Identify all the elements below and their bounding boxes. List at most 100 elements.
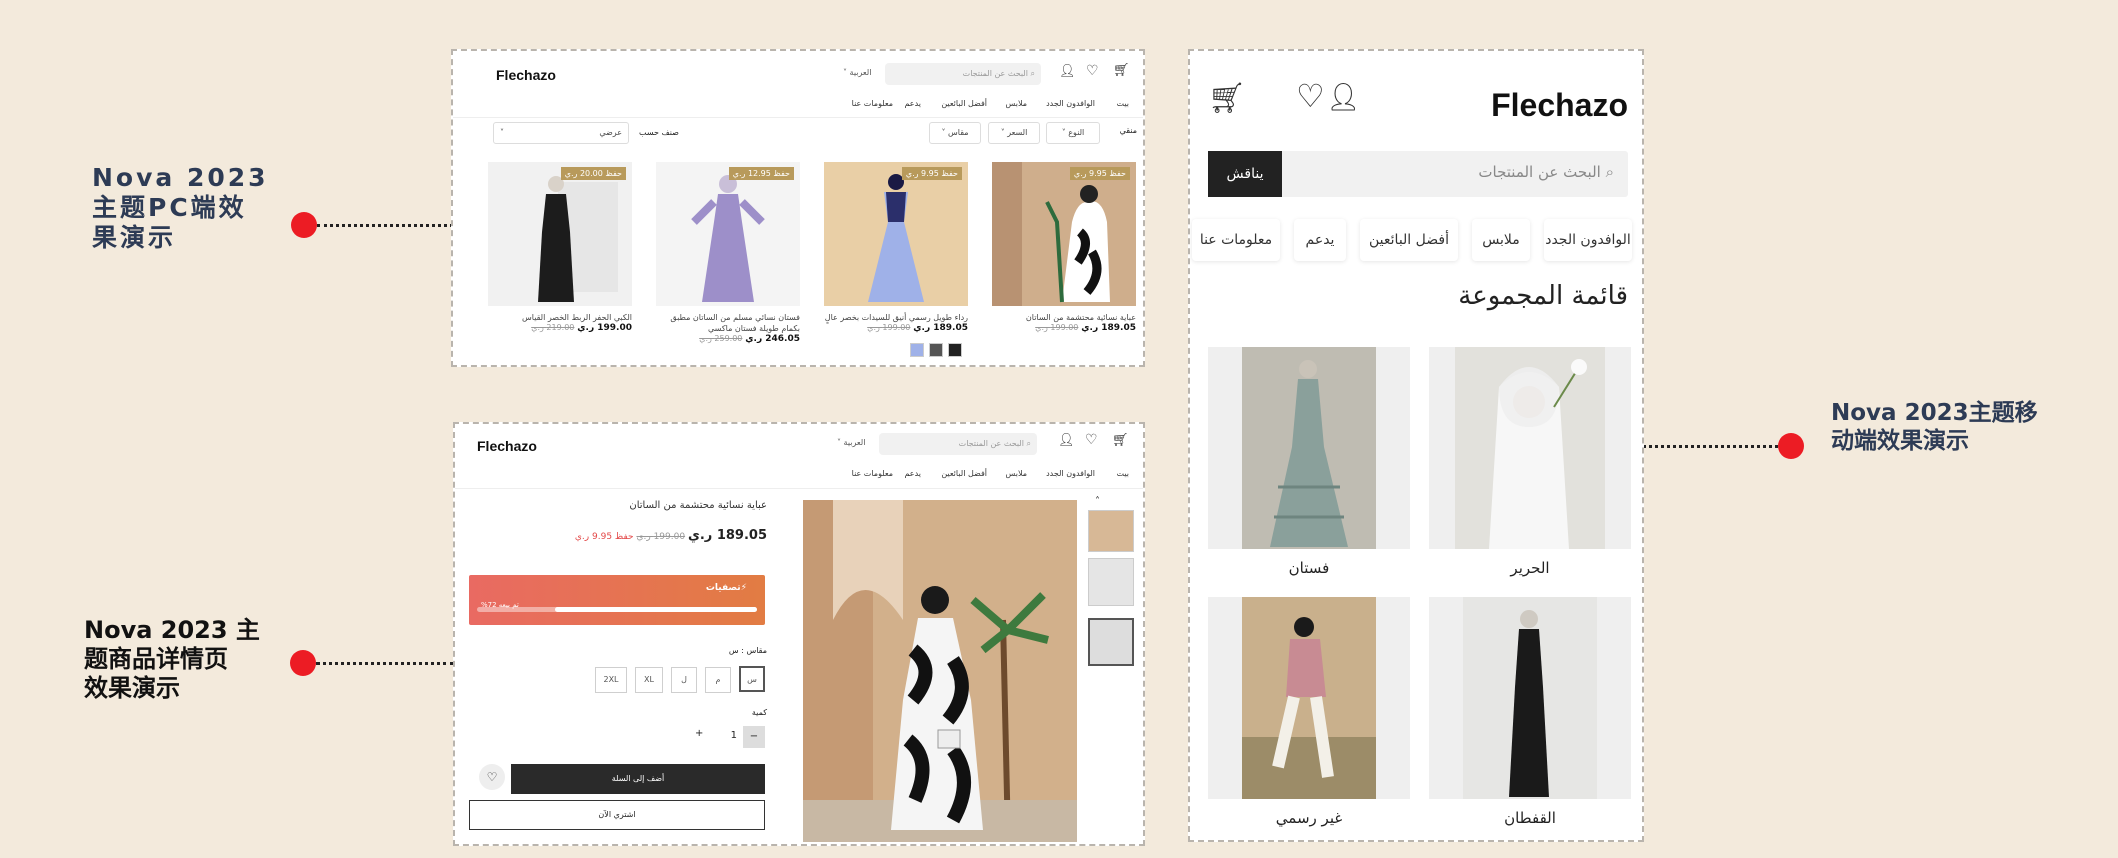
collection-caption[interactable]: الحرير [1429, 559, 1631, 577]
language-select[interactable]: ˅ العربية [843, 68, 871, 77]
sold-progress-fill [555, 607, 757, 612]
nav-support[interactable]: يدعم [904, 469, 921, 478]
main-product-photo [803, 500, 1077, 842]
detail-marker-dot [290, 650, 316, 676]
quantity-value[interactable]: 1 [731, 730, 737, 741]
product-name[interactable]: رداء طويل رسمي أنيق للسيدات بخصر عالٍ [824, 312, 968, 323]
filter-style[interactable]: ˅ النوع [1046, 122, 1100, 144]
product-name[interactable]: فستان نسائي مسلم من الساتان مطبق بكمام ط… [656, 312, 800, 334]
color-swatch[interactable] [929, 343, 944, 357]
mobile-logo[interactable]: Flechazo [1491, 87, 1628, 124]
detail-leader-line [316, 662, 454, 665]
size-option-xl[interactable]: XL [635, 667, 663, 693]
color-swatch[interactable] [910, 343, 924, 357]
nav-support[interactable]: يدعم [904, 99, 921, 108]
quantity-stepper[interactable]: − 1 + [691, 726, 765, 748]
thumbnail[interactable] [1088, 618, 1134, 666]
pc-logo[interactable]: Flechazo [496, 67, 556, 83]
collection-caption[interactable]: القفطان [1429, 809, 1631, 827]
nav-clothing[interactable]: ملابس [1006, 469, 1027, 478]
mobile-search-bar: يناقش ⌕ البحث عن المنتجات [1208, 151, 1628, 197]
nav-new-arrivals[interactable]: الوافدون الجدد [1046, 469, 1095, 478]
detail-logo[interactable]: Flechazo [477, 438, 537, 454]
size-option-m[interactable]: م [705, 667, 731, 693]
pc-preview-frame: Flechazo ˅ العربية البحث عن المنتجات ⌕ 👤… [451, 49, 1145, 367]
collection-tile-silk[interactable] [1429, 347, 1631, 549]
old-price: 199.00 ر.ي [867, 323, 911, 332]
language-select[interactable]: ˅ العربية [837, 438, 865, 447]
current-price: 246.05 ر.ي [745, 334, 800, 344]
chip-new-arrivals[interactable]: الوافدون الجدد [1544, 219, 1632, 261]
filter-size[interactable]: ˅ مقاس [929, 122, 981, 144]
product-name[interactable]: عباية نسائية محتشمة من الساتان [992, 312, 1136, 323]
buy-now-button[interactable]: اشتري الآن [469, 800, 765, 830]
main-product-image[interactable] [803, 500, 1077, 842]
pc-search-input[interactable]: البحث عن المنتجات ⌕ [885, 63, 1041, 85]
chip-about[interactable]: معلومات عنا [1192, 219, 1280, 261]
chip-support[interactable]: يدعم [1294, 219, 1346, 261]
sold-label: تم بيعه 72% [481, 601, 519, 609]
cart-icon[interactable]: 🛒︎ [1208, 81, 1246, 116]
color-swatch[interactable] [948, 343, 963, 357]
thumbnail-up-button[interactable]: ˄ [1095, 496, 1100, 507]
nav-home[interactable]: بيت [1117, 99, 1130, 108]
nav-home[interactable]: بيت [1117, 469, 1130, 478]
product-price-row: 189.05 ر.ي 199.00 ر.ي حفظ 9.95 ر.ي [575, 528, 767, 543]
current-price: 199.00 ر.ي [577, 323, 632, 333]
collection-caption[interactable]: غير رسمي [1208, 809, 1410, 827]
chip-clothing[interactable]: ملابس [1472, 219, 1530, 261]
wishlist-button[interactable]: ♡ [479, 764, 505, 790]
cart-icon[interactable]: 🛒︎ [1113, 63, 1130, 78]
detail-search-input[interactable]: البحث عن المنتجات ⌕ [879, 433, 1037, 455]
nav-best-sellers[interactable]: أفضل البائعين [941, 469, 987, 478]
product-image[interactable]: حفظ 12.95 ر.ي [656, 162, 800, 306]
nav-about[interactable]: معلومات عنا [852, 99, 893, 108]
collection-tile-casual[interactable] [1208, 597, 1410, 799]
quantity-decrease-button[interactable]: − [743, 726, 765, 748]
heart-icon[interactable]: ♡ [1296, 77, 1325, 115]
heart-icon[interactable]: ♡ [1085, 432, 1098, 448]
filter-price[interactable]: ˅ السعر [988, 122, 1040, 144]
nav-best-sellers[interactable]: أفضل البائعين [941, 99, 987, 108]
product-card[interactable]: حفظ 12.95 ر.ي فستان نسائي مسلم من الساتا… [656, 162, 800, 344]
chip-best-sellers[interactable]: أفضل البائعين [1360, 219, 1458, 261]
product-image[interactable]: حفظ 9.95 ر.ي [824, 162, 968, 306]
sort-value: عرضي [599, 128, 622, 137]
nav-new-arrivals[interactable]: الوافدون الجدد [1046, 99, 1095, 108]
collection-caption[interactable]: فستان [1208, 559, 1410, 577]
flash-sale-label: ⚡تصفيات [705, 583, 747, 593]
user-icon[interactable]: 👤︎ [1058, 433, 1075, 448]
size-option-l[interactable]: ل [671, 667, 697, 693]
quantity-label: كمية [751, 708, 767, 717]
thumbnail[interactable] [1088, 558, 1134, 606]
product-image[interactable]: حفظ 20.00 ر.ي [488, 162, 632, 306]
product-card[interactable]: حفظ 9.95 ر.ي رداء طويل رسمي أنيق للسيدات… [824, 162, 968, 357]
quantity-increase-button[interactable]: + [695, 728, 703, 739]
search-placeholder: البحث عن المنتجات [962, 69, 1028, 78]
size-option-s[interactable]: س [739, 666, 765, 692]
product-image[interactable]: حفظ 9.95 ر.ي [992, 162, 1136, 306]
product-name[interactable]: الكبي الحفر الربط الخصر القياس [488, 312, 632, 323]
user-icon[interactable]: 👤︎ [1059, 64, 1076, 79]
product-card[interactable]: حفظ 20.00 ر.ي الكبي الحفر الربط الخصر ال… [488, 162, 632, 333]
collection-photo [1208, 597, 1410, 799]
search-button[interactable]: يناقش [1208, 151, 1282, 197]
nav-about[interactable]: معلومات عنا [852, 469, 893, 478]
product-card[interactable]: حفظ 9.95 ر.ي عباية نسائية محتشمة من السا… [992, 162, 1136, 333]
collection-tile-dress[interactable] [1208, 347, 1410, 549]
language-value: العربية [843, 438, 866, 447]
collection-tile-kaftan[interactable] [1429, 597, 1631, 799]
discount-badge: حفظ 12.95 ر.ي [728, 167, 794, 180]
cart-icon[interactable]: 🛒︎ [1112, 433, 1129, 448]
heart-icon[interactable]: ♡ [1086, 63, 1099, 79]
search-icon: ⌕ [1026, 439, 1031, 448]
user-icon[interactable]: 👤︎ [1326, 81, 1360, 113]
add-to-cart-button[interactable]: أضف إلى السلة [511, 764, 765, 794]
discount-badge: حفظ 9.95 ر.ي [1069, 167, 1130, 180]
sort-select[interactable]: ˅ عرضي [493, 122, 629, 144]
mobile-search-input[interactable]: ⌕ البحث عن المنتجات [1478, 163, 1614, 181]
product-photo [824, 162, 968, 306]
thumbnail[interactable] [1088, 510, 1134, 552]
size-option-2xl[interactable]: 2XL [595, 667, 627, 693]
nav-clothing[interactable]: ملابس [1006, 99, 1027, 108]
